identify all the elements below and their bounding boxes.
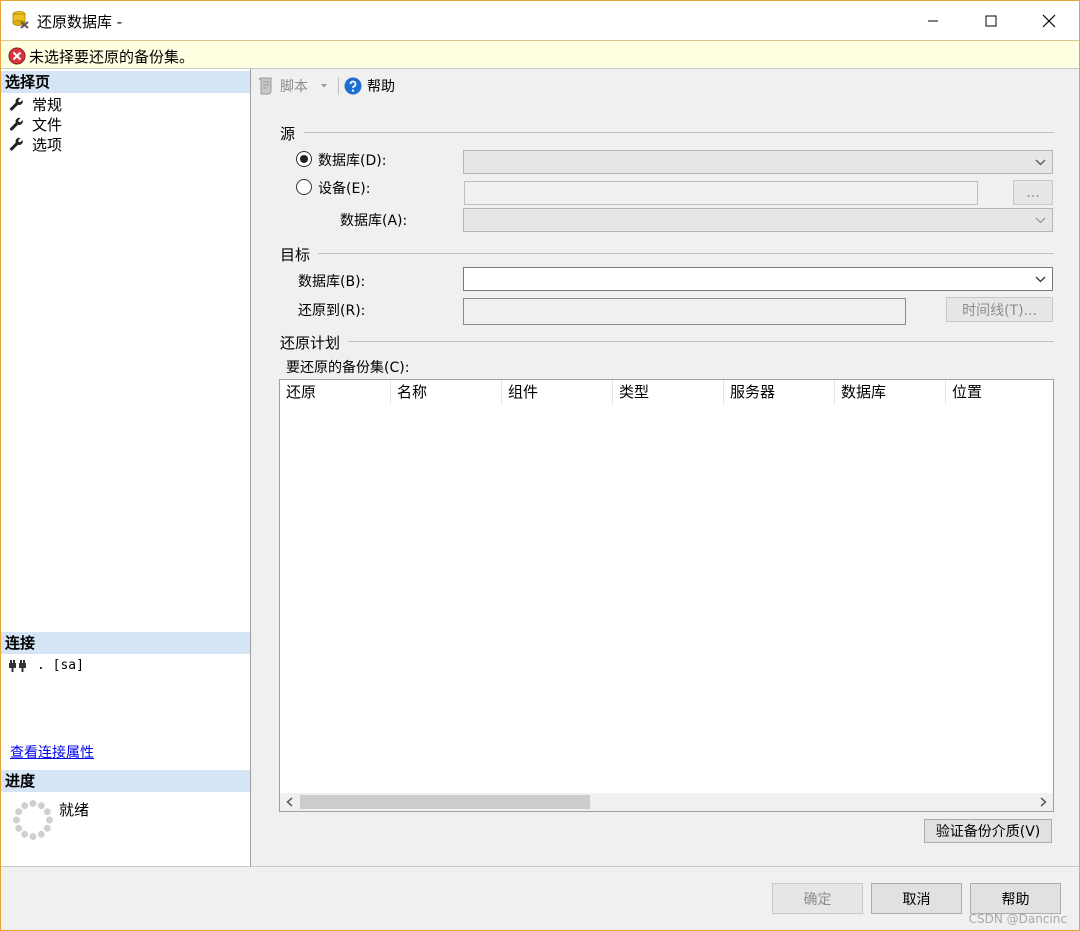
ok-button[interactable]: 确定: [772, 883, 863, 914]
message-bar: 未选择要还原的备份集。: [1, 40, 1079, 69]
progress-header: 进度: [1, 770, 250, 792]
wrench-icon: [9, 117, 23, 131]
error-message: 未选择要还原的备份集。: [29, 48, 195, 66]
view-connection-properties-link[interactable]: 查看连接属性: [10, 742, 94, 762]
target-divider: [318, 253, 1054, 254]
help-icon: [344, 77, 362, 95]
script-label: 脚本: [280, 79, 308, 95]
column-header-component[interactable]: 组件: [502, 380, 613, 404]
maximize-button[interactable]: [962, 1, 1020, 40]
device-radio[interactable]: [296, 179, 312, 195]
restore-database-dialog: 还原数据库 - 未选择要还原的备份集。 选择页 常规 文件 选项 连接 . [s…: [0, 0, 1080, 931]
help-label: 帮助: [367, 79, 395, 95]
column-header-name[interactable]: 名称: [391, 380, 502, 404]
watermark: CSDN @Dancinc: [968, 912, 1067, 926]
minimize-button[interactable]: [904, 1, 962, 40]
column-header-location[interactable]: 位置: [946, 380, 1053, 404]
page-item-options[interactable]: 选项: [9, 134, 62, 154]
help-button[interactable]: 帮助: [970, 883, 1061, 914]
timeline-button[interactable]: 时间线(T)...: [946, 297, 1053, 322]
column-header-restore[interactable]: 还原: [280, 380, 391, 404]
page-item-general[interactable]: 常规: [9, 94, 62, 114]
source-divider: [304, 132, 1054, 133]
dialog-footer: 确定 取消 帮助 CSDN @Dancinc: [1, 866, 1079, 930]
browse-device-button[interactable]: ...: [1013, 180, 1053, 205]
toolbar-help-button[interactable]: 帮助: [344, 76, 395, 96]
database-radio-label: 数据库(D):: [318, 153, 387, 169]
connection-text: . [sa]: [37, 657, 84, 673]
progress-status: 就绪: [59, 801, 90, 819]
left-pane: 选择页 常规 文件 选项 连接 . [sa] 查看连接属性 进度 就绪: [1, 69, 251, 866]
restore-to-label: 还原到(R):: [298, 303, 366, 319]
right-pane: 脚本 帮助 源 数据库(D): 设备(E): ... 数据库(A): 目标 数据…: [252, 69, 1079, 866]
minimize-icon: [928, 20, 938, 21]
connection-header: 连接: [1, 632, 250, 654]
restore-plan-divider: [348, 341, 1054, 342]
close-icon: [1042, 14, 1056, 27]
dropdown-arrow-icon: [321, 84, 327, 88]
maximize-icon: [985, 15, 997, 26]
page-item-files[interactable]: 文件: [9, 114, 62, 134]
page-item-label: 文件: [32, 115, 63, 134]
verify-backup-media-button[interactable]: 验证备份介质(V): [924, 819, 1052, 843]
grid-header: 还原 名称 组件 类型 服务器 数据库 位置: [280, 380, 1053, 404]
column-header-type[interactable]: 类型: [613, 380, 724, 404]
column-header-database[interactable]: 数据库: [835, 380, 946, 404]
select-page-header: 选择页: [1, 71, 250, 93]
target-database-label: 数据库(B):: [298, 274, 366, 290]
title-bar: 还原数据库 -: [1, 1, 1079, 40]
chevron-down-icon: [1035, 276, 1046, 283]
connection-info: . [sa]: [9, 657, 84, 673]
device-database-combo[interactable]: [463, 208, 1053, 232]
source-database-combo[interactable]: [463, 150, 1053, 174]
page-item-label: 常规: [32, 95, 63, 114]
window-title: 还原数据库 -: [37, 13, 123, 31]
restore-to-input[interactable]: [463, 298, 906, 325]
progress-spinner-icon: [13, 800, 53, 840]
wrench-icon: [9, 137, 23, 151]
server-connection-icon: [9, 660, 26, 672]
scroll-left-icon[interactable]: [286, 797, 293, 807]
chevron-down-icon: [1035, 159, 1046, 166]
script-icon: [258, 77, 272, 95]
wrench-icon: [9, 97, 23, 111]
backup-sets-grid[interactable]: 还原 名称 组件 类型 服务器 数据库 位置: [279, 379, 1054, 812]
target-group-label: 目标: [280, 246, 311, 264]
cancel-button[interactable]: 取消: [871, 883, 962, 914]
close-button[interactable]: [1020, 1, 1078, 40]
scrollbar-thumb[interactable]: [300, 795, 590, 809]
restore-plan-group-label: 还原计划: [280, 334, 341, 352]
chevron-down-icon: [1035, 217, 1046, 224]
column-header-server[interactable]: 服务器: [724, 380, 835, 404]
backup-sets-label: 要还原的备份集(C):: [286, 360, 410, 376]
toolbar: 脚本 帮助: [252, 69, 1079, 103]
target-database-combo[interactable]: [463, 267, 1053, 291]
device-path-input[interactable]: [464, 181, 978, 205]
script-button[interactable]: 脚本: [258, 76, 328, 96]
toolbar-separator: [338, 77, 339, 95]
page-item-label: 选项: [32, 135, 63, 154]
device-radio-label: 设备(E):: [318, 181, 371, 197]
error-icon: [8, 47, 26, 65]
scroll-right-icon[interactable]: [1040, 797, 1047, 807]
horizontal-scrollbar[interactable]: [280, 793, 1053, 811]
database-restore-icon: [11, 10, 31, 30]
source-group-label: 源: [280, 125, 296, 143]
device-database-label: 数据库(A):: [340, 213, 408, 229]
database-radio[interactable]: [296, 151, 312, 167]
